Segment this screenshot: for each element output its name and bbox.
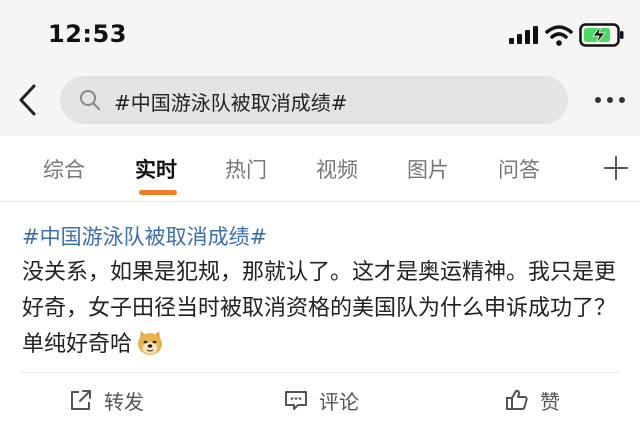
post-content: 没关系，如果是犯规，那就认了。这才是奥运精神。我只是更好奇，女子田径当时被取消资… xyxy=(22,255,622,363)
tab-pictures[interactable]: 图片 xyxy=(407,154,449,184)
doge-emoji-icon xyxy=(138,331,163,355)
plus-icon[interactable] xyxy=(603,155,629,181)
like-button[interactable]: 赞 xyxy=(504,387,560,414)
search-nav-bar: #中国游泳队被取消成绩# xyxy=(0,72,640,128)
search-query-text: #中国游泳队被取消成绩# xyxy=(114,91,348,115)
battery-charging-icon xyxy=(579,23,624,47)
status-time: 12:53 xyxy=(48,20,127,48)
post-actions-bar: 转发 评论 赞 xyxy=(0,376,640,425)
thumbs-up-icon xyxy=(506,389,528,410)
repost-button[interactable]: 转发 xyxy=(68,387,144,414)
comment-icon xyxy=(285,391,307,410)
more-dots-icon[interactable] xyxy=(590,90,630,110)
tab-qa[interactable]: 问答 xyxy=(498,154,540,184)
tab-comprehensive[interactable]: 综合 xyxy=(43,154,85,184)
comment-label: 评论 xyxy=(319,389,359,414)
tab-realtime[interactable]: 实时 xyxy=(135,154,177,184)
app-header: 12:53 #中国游泳队被取消成绩# xyxy=(0,0,640,136)
search-input[interactable]: #中国游泳队被取消成绩# xyxy=(60,76,568,124)
cellular-signal-icon xyxy=(509,26,538,44)
post-text: 没关系，如果是犯规，那就认了。这才是奥运精神。我只是更好奇，女子田径当时被取消资… xyxy=(22,260,617,357)
share-icon xyxy=(71,390,91,410)
post-divider xyxy=(20,372,620,373)
tab-hot[interactable]: 热门 xyxy=(225,154,267,184)
comment-button[interactable]: 评论 xyxy=(283,387,359,414)
like-label: 赞 xyxy=(540,389,560,414)
filter-tabs: 综合 实时 热门 视频 图片 问答 xyxy=(0,136,640,202)
post-hashtag-link[interactable]: #中国游泳队被取消成绩# xyxy=(22,221,267,251)
tab-video[interactable]: 视频 xyxy=(316,154,358,184)
search-icon xyxy=(80,90,101,111)
status-bar: 12:53 xyxy=(0,0,640,64)
chevron-left-icon[interactable] xyxy=(14,82,44,118)
wifi-icon xyxy=(545,25,573,46)
active-tab-indicator xyxy=(139,190,177,195)
repost-label: 转发 xyxy=(104,389,144,414)
